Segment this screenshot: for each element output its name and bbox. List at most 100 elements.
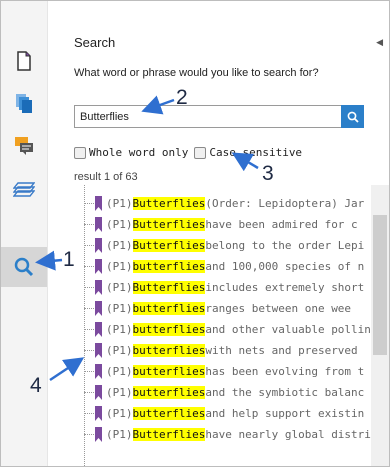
case-sensitive-label: Case sensitive xyxy=(209,146,303,159)
result-match: butterflies xyxy=(132,322,206,336)
callout-4: 4 xyxy=(30,374,42,397)
result-match: Butterflies xyxy=(132,427,206,441)
tree-branch xyxy=(84,307,94,309)
callout-3: 3 xyxy=(262,162,274,185)
result-prefix: (P1) xyxy=(106,406,133,420)
result-match: Butterflies xyxy=(132,280,206,294)
search-box xyxy=(74,105,364,128)
case-sensitive-option[interactable]: Case sensitive xyxy=(194,146,302,159)
tree-branch xyxy=(84,328,94,330)
tree-branch xyxy=(84,370,94,372)
result-item[interactable]: (P1) butterflies with nets and preserved xyxy=(78,340,378,360)
tree-branch xyxy=(84,286,94,288)
result-match: butterflies xyxy=(132,406,206,420)
search-options: Whole word only Case sensitive xyxy=(74,146,308,159)
results-list: (P1) Butterflies (Order: Lepidoptera) Ja… xyxy=(78,185,378,466)
scrollbar-thumb[interactable] xyxy=(373,215,387,355)
page-icon xyxy=(17,51,31,71)
result-item[interactable]: (P1) Butterflies have been admired for c xyxy=(78,214,378,234)
result-item[interactable]: (P1) butterflies and 100,000 species of … xyxy=(78,256,378,276)
result-prefix: (P1) xyxy=(106,385,133,399)
collapse-arrow-icon[interactable]: ◀ xyxy=(376,37,383,48)
result-match: butterflies xyxy=(132,364,206,378)
result-context: and 100,000 species of n xyxy=(205,259,365,273)
results-scrollbar[interactable] xyxy=(371,185,389,466)
whole-word-option[interactable]: Whole word only xyxy=(74,146,188,159)
tree-branch xyxy=(84,391,94,393)
bookmark-icon xyxy=(95,195,102,211)
app-frame: Search ◀ What word or phrase would you l… xyxy=(0,0,390,467)
result-item[interactable]: (P1) Butterflies (Order: Lepidoptera) Ja… xyxy=(78,193,378,213)
tree-branch xyxy=(84,223,94,225)
result-match: butterflies xyxy=(132,301,206,315)
search-button[interactable] xyxy=(341,105,364,128)
comments-icon xyxy=(15,137,33,155)
result-match: Butterflies xyxy=(132,238,206,252)
result-count: result 1 of 63 xyxy=(74,171,138,183)
result-context: includes extremely short xyxy=(205,280,365,294)
tree-branch xyxy=(84,202,94,204)
bookmark-icon xyxy=(95,384,102,400)
case-sensitive-checkbox[interactable] xyxy=(194,146,207,159)
result-context: with nets and preserved xyxy=(205,343,358,357)
bookmark-icon xyxy=(95,426,102,442)
result-match: butterflies xyxy=(132,259,206,273)
result-context: (Order: Lepidoptera) Jar xyxy=(205,196,365,210)
tree-branch xyxy=(84,265,94,267)
result-context: ranges between one wee xyxy=(205,301,352,315)
bookmark-icon xyxy=(95,405,102,421)
search-icon xyxy=(14,257,34,277)
result-prefix: (P1) xyxy=(106,238,133,252)
result-context: and the symbiotic balanc xyxy=(205,385,365,399)
whole-word-label: Whole word only xyxy=(89,146,189,159)
bookmark-icon xyxy=(95,237,102,253)
tree-branch xyxy=(84,412,94,414)
result-context: have nearly global distri xyxy=(205,427,371,441)
search-prompt: What word or phrase would you like to se… xyxy=(74,67,319,79)
bookmark-icon xyxy=(95,300,102,316)
result-context: and other valuable pollin xyxy=(205,322,371,336)
whole-word-checkbox[interactable] xyxy=(74,146,86,159)
bookmark-icon xyxy=(95,279,102,295)
tree-branch xyxy=(84,349,94,351)
bookmark-icon xyxy=(95,342,102,358)
pages-button[interactable] xyxy=(1,83,47,123)
result-match: Butterflies xyxy=(132,217,206,231)
bookmark-icon xyxy=(95,258,102,274)
panel-title: Search xyxy=(74,35,116,50)
result-prefix: (P1) xyxy=(106,364,133,378)
result-prefix: (P1) xyxy=(106,427,133,441)
result-match: butterflies xyxy=(132,385,206,399)
search-panel-button[interactable] xyxy=(1,247,47,287)
result-item[interactable]: (P1) butterflies and the symbiotic balan… xyxy=(78,382,378,402)
result-match: butterflies xyxy=(132,343,206,357)
result-prefix: (P1) xyxy=(106,280,133,294)
result-item[interactable]: (P1) butterflies has been evolving from … xyxy=(78,361,378,381)
result-prefix: (P1) xyxy=(106,301,133,315)
search-input[interactable] xyxy=(75,106,335,127)
result-item[interactable]: (P1) butterflies and help support existi… xyxy=(78,403,378,423)
result-item[interactable]: (P1) Butterflies includes extremely shor… xyxy=(78,277,378,297)
bookmark-icon xyxy=(95,321,102,337)
page-thumbnail-button[interactable] xyxy=(1,41,47,81)
result-context: and help support existin xyxy=(205,406,365,420)
bookmark-icon xyxy=(95,363,102,379)
result-prefix: (P1) xyxy=(106,259,133,273)
search-panel: Search ◀ What word or phrase would you l… xyxy=(48,1,389,466)
result-item[interactable]: (P1) Butterflies belong to the order Lep… xyxy=(78,235,378,255)
result-prefix: (P1) xyxy=(106,322,133,336)
search-icon xyxy=(347,111,359,123)
layers-button[interactable] xyxy=(1,169,47,209)
result-item[interactable]: (P1) Butterflies have nearly global dist… xyxy=(78,424,378,444)
callout-1: 1 xyxy=(63,248,75,271)
comments-button[interactable] xyxy=(1,126,47,166)
result-item[interactable]: (P1) butterflies and other valuable poll… xyxy=(78,319,378,339)
tree-branch xyxy=(84,244,94,246)
result-prefix: (P1) xyxy=(106,343,133,357)
result-match: Butterflies xyxy=(132,196,206,210)
result-context: has been evolving from t xyxy=(205,364,365,378)
callout-2: 2 xyxy=(176,86,188,109)
result-context: have been admired for c xyxy=(205,217,358,231)
result-item[interactable]: (P1) butterflies ranges between one wee xyxy=(78,298,378,318)
result-prefix: (P1) xyxy=(106,217,133,231)
